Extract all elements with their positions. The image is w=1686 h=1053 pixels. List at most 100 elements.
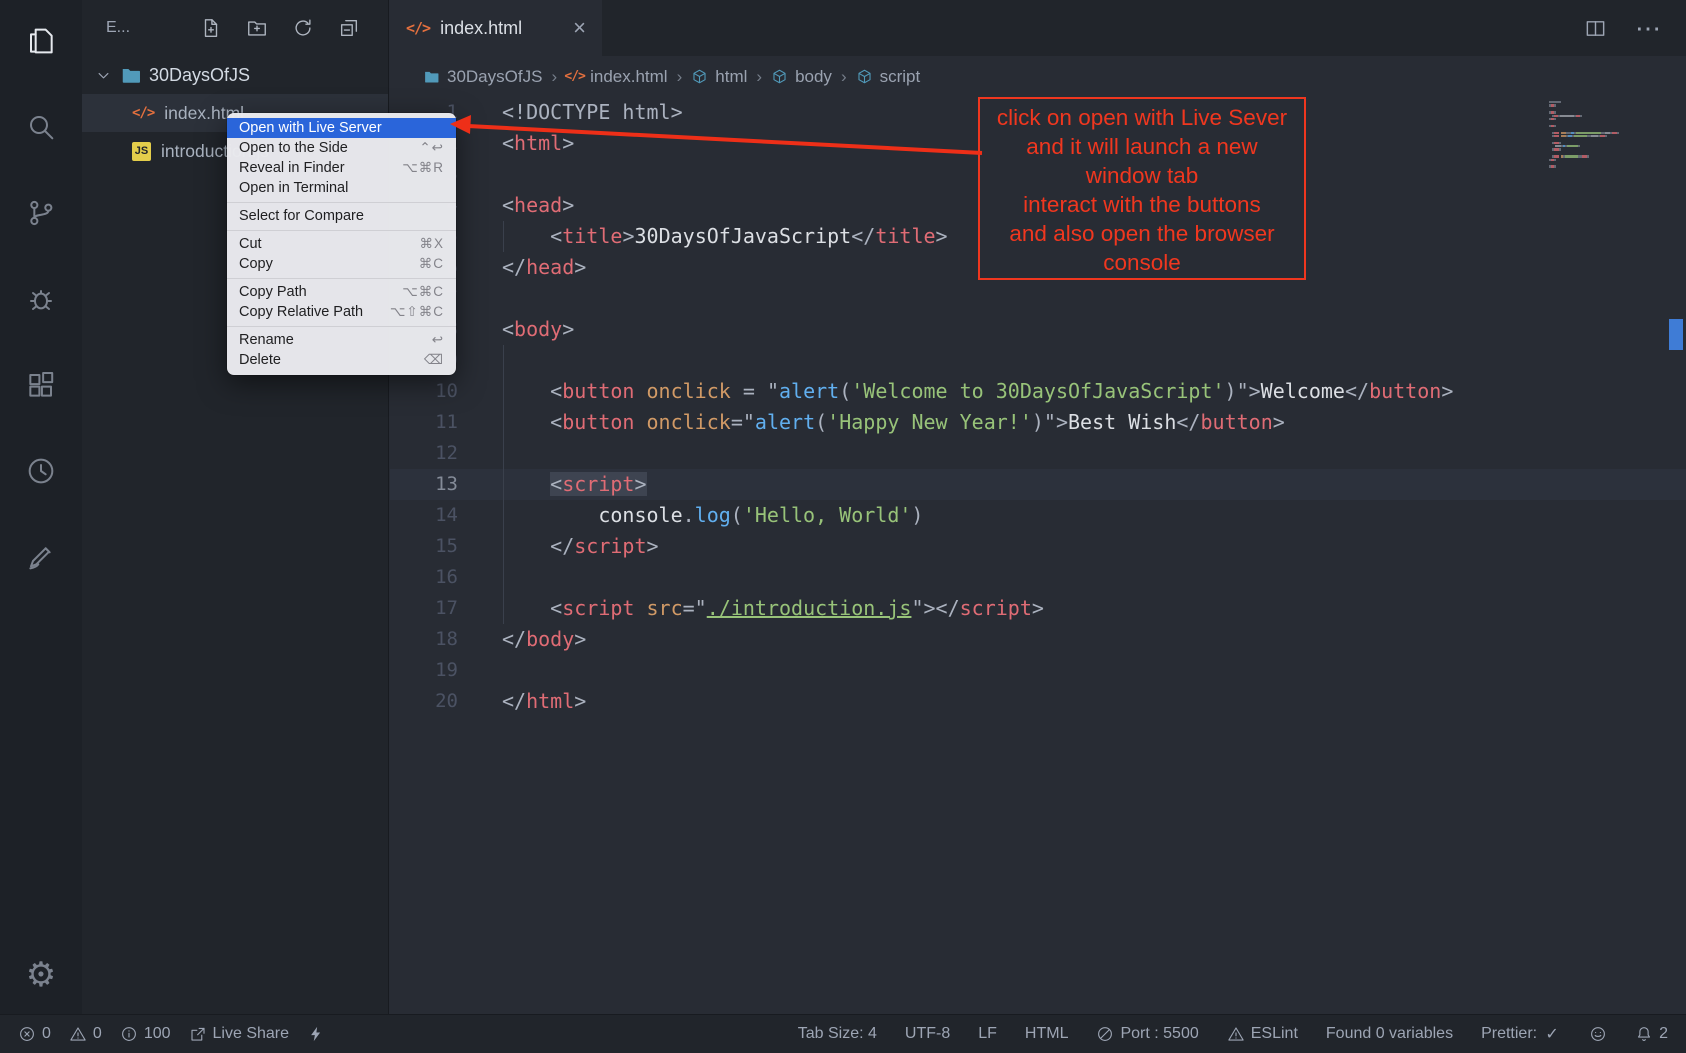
notifications-status[interactable]: 2: [1635, 1025, 1668, 1043]
minimap[interactable]: [1549, 101, 1664, 169]
menu-item-cut[interactable]: Cut⌘X: [227, 234, 456, 254]
code-line-9[interactable]: 9: [390, 345, 1686, 376]
code-token: >: [1249, 379, 1261, 403]
breadcrumb-separator: ›: [677, 67, 683, 87]
line-number: 15: [390, 531, 458, 562]
breadcrumb-index.html[interactable]: </>index.html: [566, 67, 667, 87]
feedback-smiley-status-icon: [1589, 1025, 1607, 1043]
breadcrumb-separator: ›: [841, 67, 847, 87]
minimap-line: [1549, 145, 1664, 147]
encoding-status[interactable]: UTF-8: [905, 1025, 950, 1043]
menu-item-label: Copy Relative Path: [239, 304, 363, 320]
code-line-19[interactable]: 19: [390, 655, 1686, 686]
eslint-status[interactable]: ESLint: [1227, 1025, 1298, 1043]
code-token: (: [839, 379, 851, 403]
line-content: <script>: [502, 469, 647, 500]
menu-item-delete[interactable]: Delete⌫: [227, 350, 456, 370]
breadcrumb-body[interactable]: body: [771, 67, 832, 87]
extensions-icon[interactable]: [16, 360, 66, 410]
code-line-14[interactable]: 14 console.log('Hello, World'): [390, 500, 1686, 531]
line-content: <body>: [502, 314, 574, 345]
refresh-explorer-icon[interactable]: [292, 17, 314, 39]
language-status-label: HTML: [1025, 1025, 1069, 1043]
menu-item-open-with-live-server[interactable]: Open with Live Server: [227, 118, 456, 138]
line-number: 12: [390, 438, 458, 469]
eol-status[interactable]: LF: [978, 1025, 997, 1043]
minimap-line: [1549, 101, 1664, 103]
minimap-line: [1549, 121, 1664, 123]
variables-status[interactable]: Found 0 variables: [1326, 1025, 1453, 1043]
menu-item-select-for-compare[interactable]: Select for Compare: [227, 206, 456, 226]
code-line-20[interactable]: 20</html>: [390, 686, 1686, 717]
tab-index-html[interactable]: </> index.html ×: [390, 0, 602, 56]
code-line-8[interactable]: 8<body>: [390, 314, 1686, 345]
line-number: 17: [390, 593, 458, 624]
symbol-cube-icon: [856, 68, 873, 85]
explorer-icon[interactable]: [16, 16, 66, 66]
code-line-16[interactable]: 16: [390, 562, 1686, 593]
tab-size-status[interactable]: Tab Size: 4: [798, 1025, 877, 1043]
code-token: </: [936, 596, 960, 620]
collapse-folders-icon[interactable]: [338, 17, 360, 39]
source-control-icon[interactable]: [16, 188, 66, 238]
language-status[interactable]: HTML: [1025, 1025, 1069, 1043]
breadcrumb-html[interactable]: html: [691, 67, 747, 87]
code-token: </: [502, 627, 526, 651]
code-line-17[interactable]: 17 <script src="./introduction.js"></scr…: [390, 593, 1686, 624]
more-actions-icon[interactable]: ⋯: [1637, 17, 1660, 40]
menu-item-shortcut: ⌥⌘R: [402, 160, 444, 176]
code-line-18[interactable]: 18</body>: [390, 624, 1686, 655]
prettier-status-check-icon: ✓: [1543, 1025, 1561, 1043]
code-token: <!DOCTYPE html>: [502, 100, 683, 124]
feedback-smiley-status[interactable]: [1589, 1025, 1607, 1043]
menu-item-rename[interactable]: Rename↩: [227, 330, 456, 350]
code-token: </: [502, 255, 526, 279]
code-line-7[interactable]: 7: [390, 283, 1686, 314]
port-status[interactable]: Port : 5500: [1096, 1025, 1198, 1043]
run-debug-icon[interactable]: [16, 274, 66, 324]
code-line-11[interactable]: 11 <button onclick="alert('Happy New Yea…: [390, 407, 1686, 438]
menu-item-shortcut: ⌘C: [419, 256, 444, 272]
breadcrumb-script[interactable]: script: [856, 67, 921, 87]
split-editor-icon[interactable]: [1584, 17, 1607, 40]
warnings-status[interactable]: 0: [69, 1025, 102, 1043]
minimap-line: [1549, 111, 1664, 113]
errors-status[interactable]: 0: [18, 1025, 51, 1043]
tree-root-folder[interactable]: 30DaysOfJS: [82, 56, 388, 94]
code-line-13[interactable]: 13 <script>: [390, 469, 1686, 500]
code-token: [634, 596, 646, 620]
menu-item-copy-path[interactable]: Copy Path⌥⌘C: [227, 282, 456, 302]
search-icon[interactable]: [16, 102, 66, 152]
menu-item-open-to-the-side[interactable]: Open to the Side⌃↩: [227, 138, 456, 158]
code-line-10[interactable]: 10 <button onclick = "alert('Welcome to …: [390, 376, 1686, 407]
code-token: [502, 224, 550, 248]
breadcrumb-30DaysOfJS[interactable]: 30DaysOfJS: [423, 67, 542, 87]
settings-gear-icon[interactable]: ⚙: [16, 950, 66, 1000]
menu-item-reveal-in-finder[interactable]: Reveal in Finder⌥⌘R: [227, 158, 456, 178]
line-number: 20: [390, 686, 458, 717]
code-line-12[interactable]: 12: [390, 438, 1686, 469]
line-content: <title>30DaysOfJavaScript</title>: [502, 221, 948, 252]
info-status[interactable]: 100: [120, 1025, 171, 1043]
feedback-pen-icon[interactable]: [16, 532, 66, 582]
code-line-15[interactable]: 15 </script>: [390, 531, 1686, 562]
line-number: 10: [390, 376, 458, 407]
quick-action-status[interactable]: [307, 1025, 325, 1043]
breadcrumb-label: script: [880, 67, 921, 87]
new-file-icon[interactable]: [200, 17, 222, 39]
menu-item-open-in-terminal[interactable]: Open in Terminal: [227, 178, 456, 198]
eslint-status-label: ESLint: [1251, 1025, 1298, 1043]
live-share-status[interactable]: Live Share: [189, 1025, 290, 1043]
port-status-label: Port : 5500: [1120, 1025, 1198, 1043]
menu-item-copy-relative-path[interactable]: Copy Relative Path⌥⇧⌘C: [227, 302, 456, 322]
breadcrumb-label: body: [795, 67, 832, 87]
history-icon[interactable]: [16, 446, 66, 496]
line-number: 13: [390, 469, 458, 500]
menu-item-copy[interactable]: Copy⌘C: [227, 254, 456, 274]
code-token: log: [695, 503, 731, 527]
minimap-line: [1549, 162, 1664, 164]
tab-close-icon[interactable]: ×: [573, 17, 586, 39]
prettier-status[interactable]: Prettier:✓: [1481, 1025, 1561, 1043]
minimap-line: [1549, 108, 1664, 110]
new-folder-icon[interactable]: [246, 17, 268, 39]
